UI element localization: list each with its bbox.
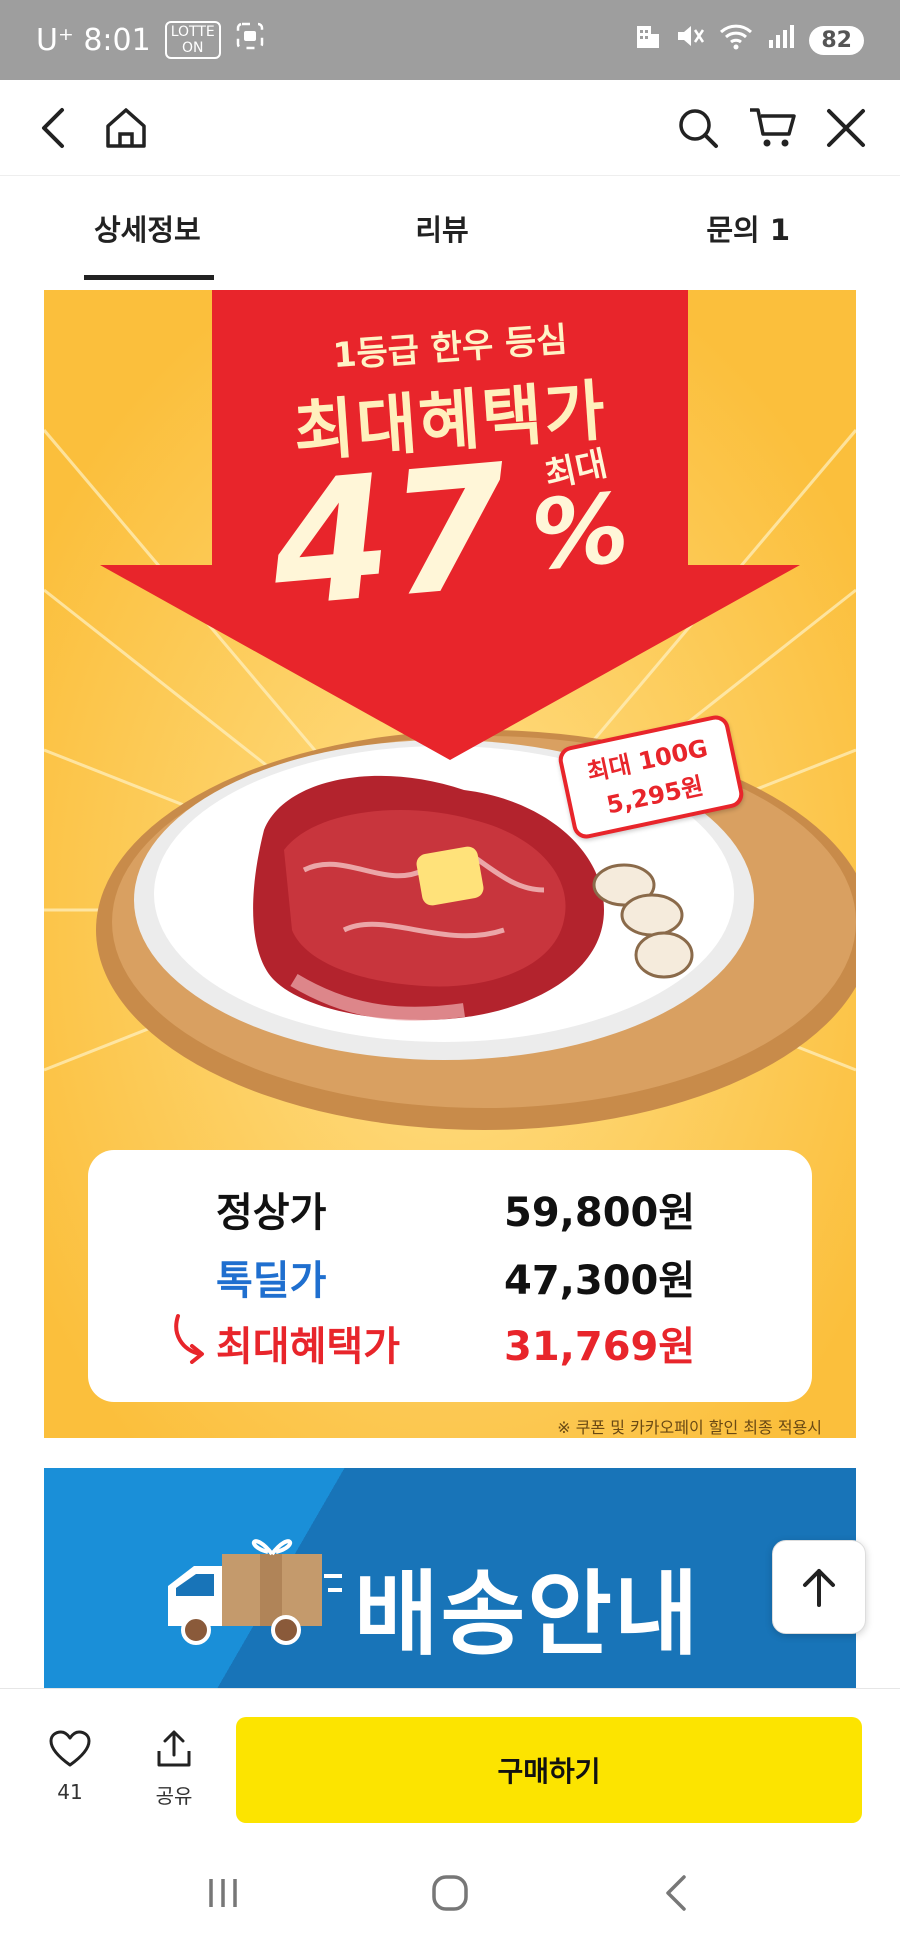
price-footnote: ※ 쿠폰 및 카카오페이 할인 최종 적용시 [557, 1418, 822, 1437]
wifi-icon [719, 22, 753, 58]
back-nav-icon[interactable] [637, 1863, 717, 1923]
price-label: 최대혜택가 [216, 1324, 400, 1370]
arrow-up-icon [803, 1569, 835, 1607]
bottom-action-bar: 41 공유 구매하기 [0, 1688, 900, 1836]
price-label: 정상가 [216, 1190, 327, 1236]
discount-percent-sign: % [527, 472, 633, 592]
price-row-regular: 정상가 59,800원 [88, 1180, 812, 1240]
price-row-max-benefit: 최대혜택가 31,769원 [88, 1314, 812, 1374]
battery-level: 82 [809, 25, 864, 55]
price-row-talkdeal: 톡딜가 47,300원 [88, 1248, 812, 1308]
share-button[interactable]: 공유 [134, 1729, 214, 1809]
heart-icon [49, 1730, 91, 1767]
share-label: 공유 [155, 1784, 193, 1808]
product-tabs: 상세정보 리뷰 문의 1 [0, 176, 900, 280]
price-value: 59,800원 [504, 1190, 696, 1236]
promo-banner: 1등급 한우 등심 최대혜택가 47 최대 % 최대 100G 5,295원 정… [44, 290, 856, 1438]
home-icon[interactable] [100, 102, 152, 154]
price-comparison-card: 정상가 59,800원 톡딜가 47,300원 최대혜택가 31,769원 [88, 1150, 812, 1402]
system-nav-bar [0, 1836, 900, 1950]
search-icon[interactable] [672, 102, 724, 154]
price-label: 톡딜가 [216, 1258, 327, 1304]
tab-inquiry[interactable]: 문의 1 [558, 176, 900, 280]
mute-icon [675, 22, 705, 58]
close-icon[interactable] [820, 102, 872, 154]
delivery-title: 배송안내 [354, 1561, 701, 1668]
share-icon [157, 1730, 191, 1767]
butter [416, 846, 484, 906]
discount-number: 47 [263, 428, 517, 646]
delivery-info-banner: 배송안내 [44, 1468, 856, 1688]
carrier-time: U⁺ 8:01 [36, 22, 151, 58]
like-count: 41 [57, 1780, 83, 1804]
status-bar: U⁺ 8:01 LOTTE ON 82 [0, 0, 900, 80]
delivery-truck-icon [168, 1539, 342, 1645]
tab-detail[interactable]: 상세정보 [0, 176, 326, 280]
price-value: 47,300원 [504, 1258, 696, 1304]
buy-button[interactable]: 구매하기 [236, 1717, 862, 1823]
screenshot-icon [235, 21, 265, 59]
tab-review[interactable]: 리뷰 [326, 176, 558, 280]
scroll-to-top-button[interactable] [772, 1540, 866, 1634]
product-detail-content: 1등급 한우 등심 최대혜택가 47 최대 % 최대 100G 5,295원 정… [0, 280, 900, 1688]
top-app-bar [0, 80, 900, 176]
lotte-on-badge-icon: LOTTE ON [164, 21, 221, 59]
like-button[interactable]: 41 [30, 1729, 110, 1804]
back-icon[interactable] [28, 102, 80, 154]
building-icon [635, 22, 661, 58]
cart-icon[interactable] [746, 102, 798, 154]
home-nav-icon[interactable] [410, 1863, 490, 1923]
recent-apps-icon[interactable] [183, 1863, 263, 1923]
signal-icon [767, 22, 795, 58]
price-value: 31,769원 [504, 1324, 696, 1370]
